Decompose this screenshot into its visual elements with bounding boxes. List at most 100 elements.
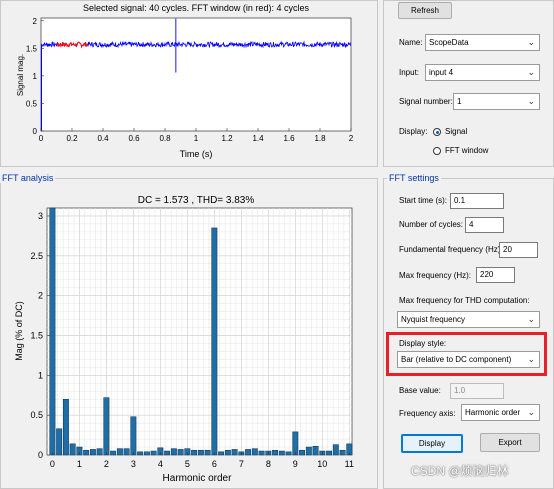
max-frequency-input[interactable]: 220 xyxy=(476,267,515,283)
fft-bar xyxy=(272,449,279,456)
fft-bar-chart: DC = 1.573 , THD= 3.83% 0 0.5 1 1.5 2 2.5 3 0 1… xyxy=(14,195,354,484)
display-style-select[interactable]: Bar (relative to DC component) ⌄ xyxy=(397,351,540,368)
chevron-down-icon: ⌄ xyxy=(527,314,535,324)
display-signal-radio[interactable] xyxy=(433,128,441,136)
fft-x-label: Harmonic order xyxy=(163,473,233,484)
fft-y-tick-label: 2 xyxy=(38,291,43,301)
fft-bar xyxy=(245,449,252,456)
fft-bar xyxy=(89,449,96,456)
fft-settings-group-label: FFT settings xyxy=(387,173,441,183)
input-select[interactable]: input 4 ⌄ xyxy=(425,64,540,81)
chevron-down-icon: ⌄ xyxy=(527,96,535,106)
name-label: Name: xyxy=(399,38,423,47)
signal-number-select[interactable]: 1 ⌄ xyxy=(453,93,540,110)
start-time-label: Start time (s): xyxy=(399,196,448,205)
fft-bar xyxy=(326,450,333,456)
chevron-down-icon: ⌄ xyxy=(527,67,535,77)
fft-bar xyxy=(62,398,69,456)
signal-controls-panel xyxy=(383,0,554,167)
signal-x-tick-label: 0 xyxy=(39,134,44,143)
display-style-label: Display style: xyxy=(399,339,447,348)
fft-bar xyxy=(258,450,265,456)
fft-bar xyxy=(143,451,150,456)
fft-bar xyxy=(224,449,231,456)
fft-chart-title: DC = 1.573 , THD= 3.83% xyxy=(138,195,255,206)
fft-bar xyxy=(130,416,137,456)
signal-x-tick-label: 1.2 xyxy=(221,134,233,143)
signal-x-tick-label: 0.2 xyxy=(66,134,78,143)
display-fft-window-radio[interactable] xyxy=(433,147,441,155)
cycles-label: Number of cycles: xyxy=(399,220,464,229)
fft-bar xyxy=(96,448,103,456)
fft-bar xyxy=(218,451,225,456)
max-frequency-thd-label: Max frequency for THD computation: xyxy=(399,296,530,305)
frequency-axis-select[interactable]: Harmonic order ⌄ xyxy=(461,404,540,421)
fft-bar xyxy=(103,397,110,456)
signal-y-tick-label: 0.5 xyxy=(26,99,38,108)
base-value-input[interactable]: 1.0 xyxy=(450,383,504,399)
max-frequency-thd-select[interactable]: Nyquist frequency ⌄ xyxy=(397,311,540,328)
signal-number-label: Signal number: xyxy=(399,97,453,106)
fundamental-frequency-input[interactable]: 20 xyxy=(499,242,538,258)
fft-bar xyxy=(69,443,76,456)
fft-bar xyxy=(231,449,238,456)
display-fft-window-label: FFT window xyxy=(445,146,489,155)
signal-plot: Selected signal: 40 cycles. FFT window (… xyxy=(16,3,354,159)
fft-x-tick-label: 6 xyxy=(212,459,217,469)
refresh-button[interactable]: Refresh xyxy=(398,2,452,19)
signal-y-tick-label: 0 xyxy=(33,127,38,136)
fft-bar xyxy=(170,448,177,456)
fft-bar xyxy=(150,450,157,456)
fft-x-tick-label: 11 xyxy=(345,459,354,469)
fft-bar xyxy=(110,450,117,456)
fft-bar xyxy=(292,431,299,456)
display-style-value: Bar (relative to DC component) xyxy=(401,355,512,364)
base-value-label: Base value: xyxy=(399,386,441,395)
input-label: Input: xyxy=(399,68,420,77)
signal-number-value: 1 xyxy=(457,97,462,106)
signal-x-tick-label: 0.4 xyxy=(97,134,109,143)
fft-x-tick-label: 3 xyxy=(131,459,136,469)
signal-x-tick-label: 1.8 xyxy=(314,134,326,143)
signal-x-label: Time (s) xyxy=(180,149,213,159)
signal-plot-title: Selected signal: 40 cycles. FFT window (… xyxy=(83,3,309,13)
fft-y-tick-label: 3 xyxy=(38,211,43,221)
max-frequency-label: Max frequency (Hz): xyxy=(399,271,472,280)
fft-bar xyxy=(299,449,306,456)
fft-x-tick-label: 4 xyxy=(158,459,163,469)
frequency-axis-value: Harmonic order xyxy=(465,408,521,417)
fft-bar xyxy=(83,449,90,456)
export-button[interactable]: Export xyxy=(480,433,540,452)
fft-x-tick-label: 8 xyxy=(266,459,271,469)
watermark: CSDN @烦恼归林 xyxy=(411,464,509,478)
cycles-input[interactable]: 4 xyxy=(465,217,504,233)
fft-y-tick-label: 2.5 xyxy=(30,251,43,261)
signal-x-tick-label: 1.6 xyxy=(283,134,295,143)
frequency-axis-label: Frequency axis: xyxy=(399,409,456,418)
display-button[interactable]: Display xyxy=(401,434,463,453)
name-select[interactable]: ScopeData ⌄ xyxy=(425,34,540,51)
fft-bar xyxy=(278,450,285,456)
fft-x-tick-label: 10 xyxy=(317,459,327,469)
fft-y-tick-label: 0.5 xyxy=(30,410,43,420)
fft-x-tick-label: 0 xyxy=(50,459,55,469)
fft-x-tick-label: 1 xyxy=(77,459,82,469)
fft-x-tick-label: 9 xyxy=(293,459,298,469)
signal-x-tick-label: 0.8 xyxy=(159,134,171,143)
fft-bar xyxy=(285,451,292,456)
fft-y-tick-label: 1.5 xyxy=(30,330,43,340)
fft-bar xyxy=(204,449,211,456)
signal-x-tick-label: 0.6 xyxy=(128,134,140,143)
fft-x-tick-label: 5 xyxy=(185,459,190,469)
fft-y-label: Mag (% of DC) xyxy=(14,301,24,361)
fft-y-tick-label: 1 xyxy=(38,370,43,380)
fft-bar xyxy=(251,448,258,456)
signal-y-label: Signal mag. xyxy=(16,54,25,96)
start-time-input[interactable]: 0.1 xyxy=(450,193,504,209)
chevron-down-icon: ⌄ xyxy=(527,407,535,417)
signal-y-tick-label: 1 xyxy=(33,72,38,81)
fft-bar xyxy=(197,449,204,456)
fft-x-tick-label: 2 xyxy=(104,459,109,469)
signal-y-tick-label: 2 xyxy=(33,17,38,26)
fft-bar xyxy=(177,449,184,456)
